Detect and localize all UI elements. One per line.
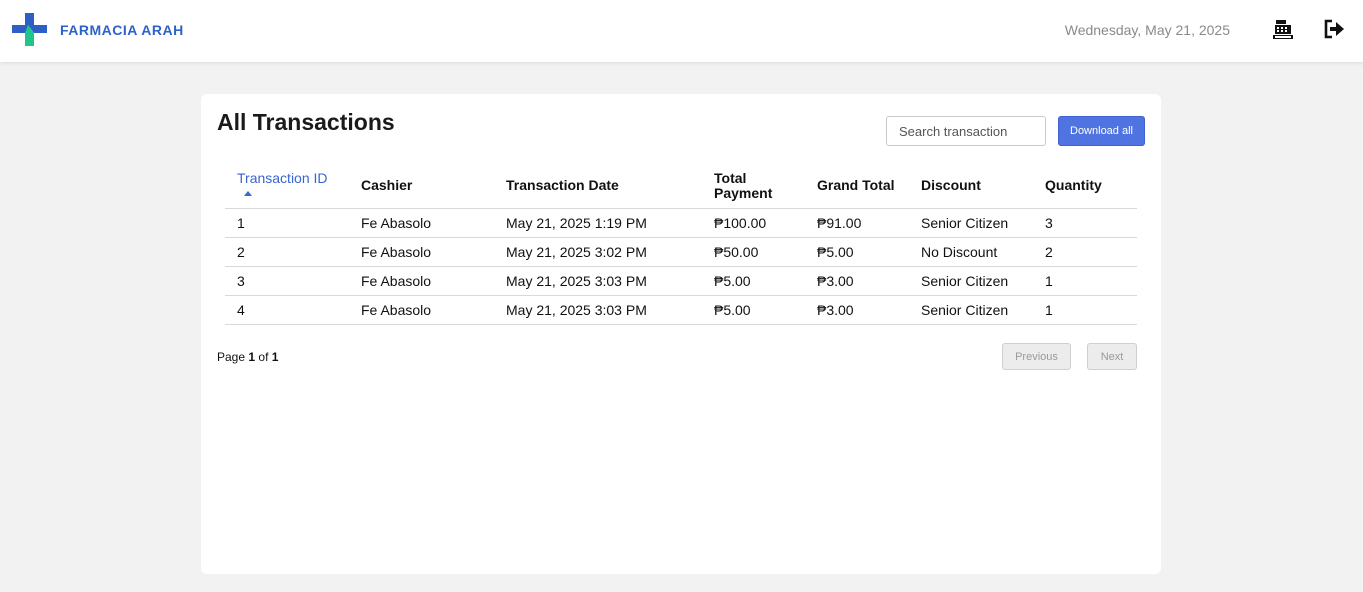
page-indicator: Page 1 of 1 xyxy=(217,350,278,364)
cell-grand-total: ₱3.00 xyxy=(805,266,909,296)
next-page-button[interactable]: Next xyxy=(1087,343,1137,370)
cell-discount: Senior Citizen xyxy=(909,295,1033,325)
column-header-grand-total[interactable]: Grand Total xyxy=(805,168,909,209)
cell-transaction-id: 4 xyxy=(225,295,349,325)
cell-total-payment: ₱100.00 xyxy=(702,208,805,238)
pharmacy-cross-logo xyxy=(12,13,47,46)
table-row[interactable]: 2 Fe Abasolo May 21, 2025 3:02 PM ₱50.00… xyxy=(225,237,1137,267)
table-row[interactable]: 1 Fe Abasolo May 21, 2025 1:19 PM ₱100.0… xyxy=(225,208,1137,238)
page-title: All Transactions xyxy=(217,109,395,135)
cell-cashier: Fe Abasolo xyxy=(349,295,494,325)
total-pages: 1 xyxy=(271,350,279,364)
cell-grand-total: ₱91.00 xyxy=(805,208,909,238)
page-label: Page xyxy=(217,350,246,364)
cash-register-icon[interactable] xyxy=(1272,18,1294,40)
cell-transaction-id: 3 xyxy=(225,266,349,296)
cell-transaction-id: 1 xyxy=(225,208,349,238)
previous-page-button[interactable]: Previous xyxy=(1002,343,1071,370)
column-header-cashier[interactable]: Cashier xyxy=(349,168,494,209)
cell-discount: Senior Citizen xyxy=(909,266,1033,296)
of-label: of xyxy=(258,350,269,364)
cell-total-payment: ₱5.00 xyxy=(702,266,805,296)
cell-total-payment: ₱50.00 xyxy=(702,237,805,267)
column-header-quantity[interactable]: Quantity xyxy=(1033,168,1137,209)
search-input[interactable] xyxy=(886,116,1046,146)
transactions-table: Transaction ID Cashier Transaction Date … xyxy=(225,168,1137,325)
cell-transaction-date: May 21, 2025 1:19 PM xyxy=(494,208,702,238)
current-page: 1 xyxy=(248,350,256,364)
cell-transaction-date: May 21, 2025 3:03 PM xyxy=(494,266,702,296)
cell-grand-total: ₱3.00 xyxy=(805,295,909,325)
column-header-total-payment[interactable]: Total Payment xyxy=(702,168,805,209)
cell-transaction-date: May 21, 2025 3:03 PM xyxy=(494,295,702,325)
cell-transaction-date: May 21, 2025 3:02 PM xyxy=(494,237,702,267)
column-header-discount[interactable]: Discount xyxy=(909,168,1033,209)
sort-ascending-icon xyxy=(244,190,252,196)
brand[interactable]: FARMACIA ARAH xyxy=(12,13,184,46)
cell-discount: No Discount xyxy=(909,237,1033,267)
logout-icon[interactable] xyxy=(1323,18,1345,40)
cell-cashier: Fe Abasolo xyxy=(349,266,494,296)
top-bar: FARMACIA ARAH Wednesday, May 21, 2025 xyxy=(0,0,1363,62)
cell-grand-total: ₱5.00 xyxy=(805,237,909,267)
column-header-transaction-date[interactable]: Transaction Date xyxy=(494,168,702,209)
transactions-card: All Transactions Download all Transactio… xyxy=(201,94,1161,574)
table-header-row: Transaction ID Cashier Transaction Date … xyxy=(225,168,1137,209)
brand-name: FARMACIA ARAH xyxy=(60,21,184,38)
cell-discount: Senior Citizen xyxy=(909,208,1033,238)
column-header-transaction-id[interactable]: Transaction ID xyxy=(225,168,349,209)
cell-quantity: 1 xyxy=(1033,266,1137,296)
cell-quantity: 2 xyxy=(1033,237,1137,267)
cell-cashier: Fe Abasolo xyxy=(349,237,494,267)
cell-transaction-id: 2 xyxy=(225,237,349,267)
cell-cashier: Fe Abasolo xyxy=(349,208,494,238)
cell-quantity: 1 xyxy=(1033,295,1137,325)
column-label: Transaction ID xyxy=(237,169,328,186)
current-date: Wednesday, May 21, 2025 xyxy=(1064,22,1230,38)
table-row[interactable]: 3 Fe Abasolo May 21, 2025 3:03 PM ₱5.00 … xyxy=(225,266,1137,296)
cell-quantity: 3 xyxy=(1033,208,1137,238)
download-all-button[interactable]: Download all xyxy=(1058,116,1145,146)
cell-total-payment: ₱5.00 xyxy=(702,295,805,325)
table-row[interactable]: 4 Fe Abasolo May 21, 2025 3:03 PM ₱5.00 … xyxy=(225,295,1137,325)
